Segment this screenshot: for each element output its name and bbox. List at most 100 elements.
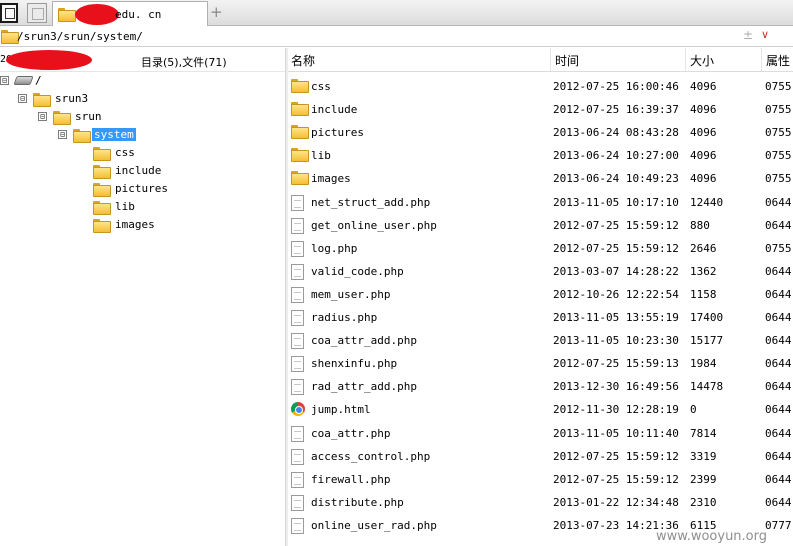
file-time: 2012-07-25 15:59:12: [553, 473, 679, 486]
collapse-icon[interactable]: ⊟: [38, 112, 47, 121]
file-name: coa_attr.php: [311, 427, 391, 440]
folder-icon: [33, 93, 51, 107]
file-time: 2012-07-25 16:39:37: [553, 103, 679, 116]
file-row[interactable]: distribute.php 2013-01-22 12:34:48 2310 064…: [288, 491, 793, 514]
file-permission: 0644: [765, 473, 792, 486]
file-row[interactable]: net_struct_add.php 2013-11-05 10:17:10 124…: [288, 191, 793, 214]
tree-node-system[interactable]: ⊟ system: [0, 127, 150, 143]
folder-icon: [93, 183, 111, 197]
tree-node-root[interactable]: ⊟ /: [0, 73, 120, 89]
collapse-icon[interactable]: ⊟: [0, 76, 9, 85]
file-row[interactable]: shenxinfu.php 2012-07-25 15:59:13 1984 0644: [288, 352, 793, 375]
file-row[interactable]: radius.php 2013-11-05 13:55:19 17400 0644: [288, 306, 793, 329]
folder-icon: [291, 171, 309, 185]
file-row[interactable]: jump.html 2012-11-30 12:28:19 0 0644: [288, 398, 793, 421]
file-time: 2012-07-25 16:00:46: [553, 80, 679, 93]
file-permission: 0644: [765, 403, 792, 416]
file-permission: 0777: [765, 519, 792, 532]
new-tab-button[interactable]: +: [210, 3, 223, 21]
file-permission: 0755: [765, 172, 792, 185]
folder-icon: [58, 8, 76, 22]
tab-active[interactable]: edu. cn: [52, 1, 208, 26]
file-row[interactable]: valid_code.php 2013-03-07 14:28:22 1362 064…: [288, 260, 793, 283]
file-name: include: [311, 103, 358, 116]
folder-open-icon: [73, 129, 91, 143]
column-time-header[interactable]: 时间: [552, 52, 579, 70]
file-row[interactable]: mem_user.php 2012-10-26 12:22:54 1158 0644: [288, 283, 793, 306]
folder-icon: [291, 102, 309, 116]
file-row[interactable]: pictures 2013-06-24 08:43:28 4096 0755: [288, 121, 793, 144]
file-time: 2013-06-24 10:27:00: [553, 149, 679, 162]
file-name: get_online_user.php: [311, 219, 437, 232]
file-name: rad_attr_add.php: [311, 380, 417, 393]
file-size: 14478: [690, 380, 724, 393]
tree-node-pictures[interactable]: pictures: [0, 181, 170, 197]
file-row[interactable]: access_control.php 2012-07-25 15:59:12 331…: [288, 445, 793, 468]
file-time: 2012-07-25 15:59:12: [553, 219, 679, 232]
file-row[interactable]: images 2013-06-24 10:49:23 4096 0755: [288, 167, 793, 190]
file-icon: [291, 333, 304, 349]
file-name: pictures: [311, 126, 364, 139]
watermark: www.wooyun.org: [656, 529, 768, 544]
column-separator[interactable]: [685, 48, 686, 71]
file-row[interactable]: coa_attr.php 2013-11-05 10:11:40 7814 0644: [288, 422, 793, 445]
collapse-icon[interactable]: ⊟: [18, 94, 27, 103]
tree-node-include[interactable]: include: [0, 163, 161, 179]
file-permission: 0644: [765, 380, 792, 393]
file-row[interactable]: log.php 2012-07-25 15:59:12 2646 0755: [288, 237, 793, 260]
file-row[interactable]: include 2012-07-25 16:39:37 4096 0755: [288, 98, 793, 121]
file-size: 7814: [690, 427, 717, 440]
file-row[interactable]: coa_attr_add.php 2013-11-05 10:23:30 15177…: [288, 329, 793, 352]
file-permission: 0755: [765, 103, 792, 116]
file-name: firewall.php: [311, 473, 391, 486]
file-size: 4096: [690, 103, 717, 116]
tree-node-srun[interactable]: ⊟ srun: [0, 109, 120, 125]
column-size-header[interactable]: 大小: [687, 52, 714, 70]
collapse-icon[interactable]: ⊟: [58, 130, 67, 139]
file-row[interactable]: lib 2013-06-24 10:27:00 4096 0755: [288, 144, 793, 167]
chevron-down-icon[interactable]: ∨: [761, 28, 769, 41]
tree-node-images[interactable]: images: [0, 217, 160, 233]
file-size: 1362: [690, 265, 717, 278]
file-permission: 0644: [765, 288, 792, 301]
folder-icon: [291, 125, 309, 139]
file-time: 2013-11-05 10:23:30: [553, 334, 679, 347]
file-size: 2646: [690, 242, 717, 255]
file-time: 2013-11-05 13:55:19: [553, 311, 679, 324]
file-row[interactable]: rad_attr_add.php 2013-12-30 16:49:56 14478…: [288, 375, 793, 398]
column-separator[interactable]: [550, 48, 551, 71]
file-size: 0: [690, 403, 697, 416]
tree-node-lib[interactable]: lib: [0, 199, 160, 215]
tree-label: css: [115, 146, 135, 159]
file-row[interactable]: firewall.php 2012-07-25 15:59:12 2399 0644: [288, 468, 793, 491]
file-time: 2013-01-22 12:34:48: [553, 496, 679, 509]
file-permission: 0644: [765, 450, 792, 463]
drive-icon: [13, 76, 34, 85]
folder-icon: [291, 79, 309, 93]
file-size: 3319: [690, 450, 717, 463]
address-bar[interactable]: /srun3/srun/system/ ± ∨: [0, 26, 793, 47]
blank-tab-icon[interactable]: [27, 3, 47, 23]
folder-icon: [93, 165, 111, 179]
tree-node-srun3[interactable]: ⊟ srun3: [0, 91, 120, 107]
tree-node-css[interactable]: css: [0, 145, 160, 161]
tree-label: lib: [115, 200, 135, 213]
folder-icon: [1, 30, 19, 44]
window-menu-button[interactable]: [0, 3, 18, 23]
column-separator[interactable]: [761, 48, 762, 71]
column-perm-header[interactable]: 属性: [763, 52, 790, 70]
column-name-header[interactable]: 名称: [288, 52, 315, 70]
file-permission: 0644: [765, 357, 792, 370]
file-name: access_control.php: [311, 450, 431, 463]
file-icon: [291, 264, 304, 280]
tree-label: srun: [75, 110, 102, 123]
tab-bar: edu. cn +: [0, 0, 793, 26]
tree-label: pictures: [115, 182, 168, 195]
file-icon: [291, 310, 304, 326]
folder-icon: [291, 148, 309, 162]
file-permission: 0755: [765, 80, 792, 93]
plus-minus-icon[interactable]: ±: [743, 28, 753, 42]
file-row[interactable]: css 2012-07-25 16:00:46 4096 0755: [288, 75, 793, 98]
file-row[interactable]: get_online_user.php 2012-07-25 15:59:12 88…: [288, 214, 793, 237]
address-path[interactable]: /srun3/srun/system/: [17, 30, 143, 43]
